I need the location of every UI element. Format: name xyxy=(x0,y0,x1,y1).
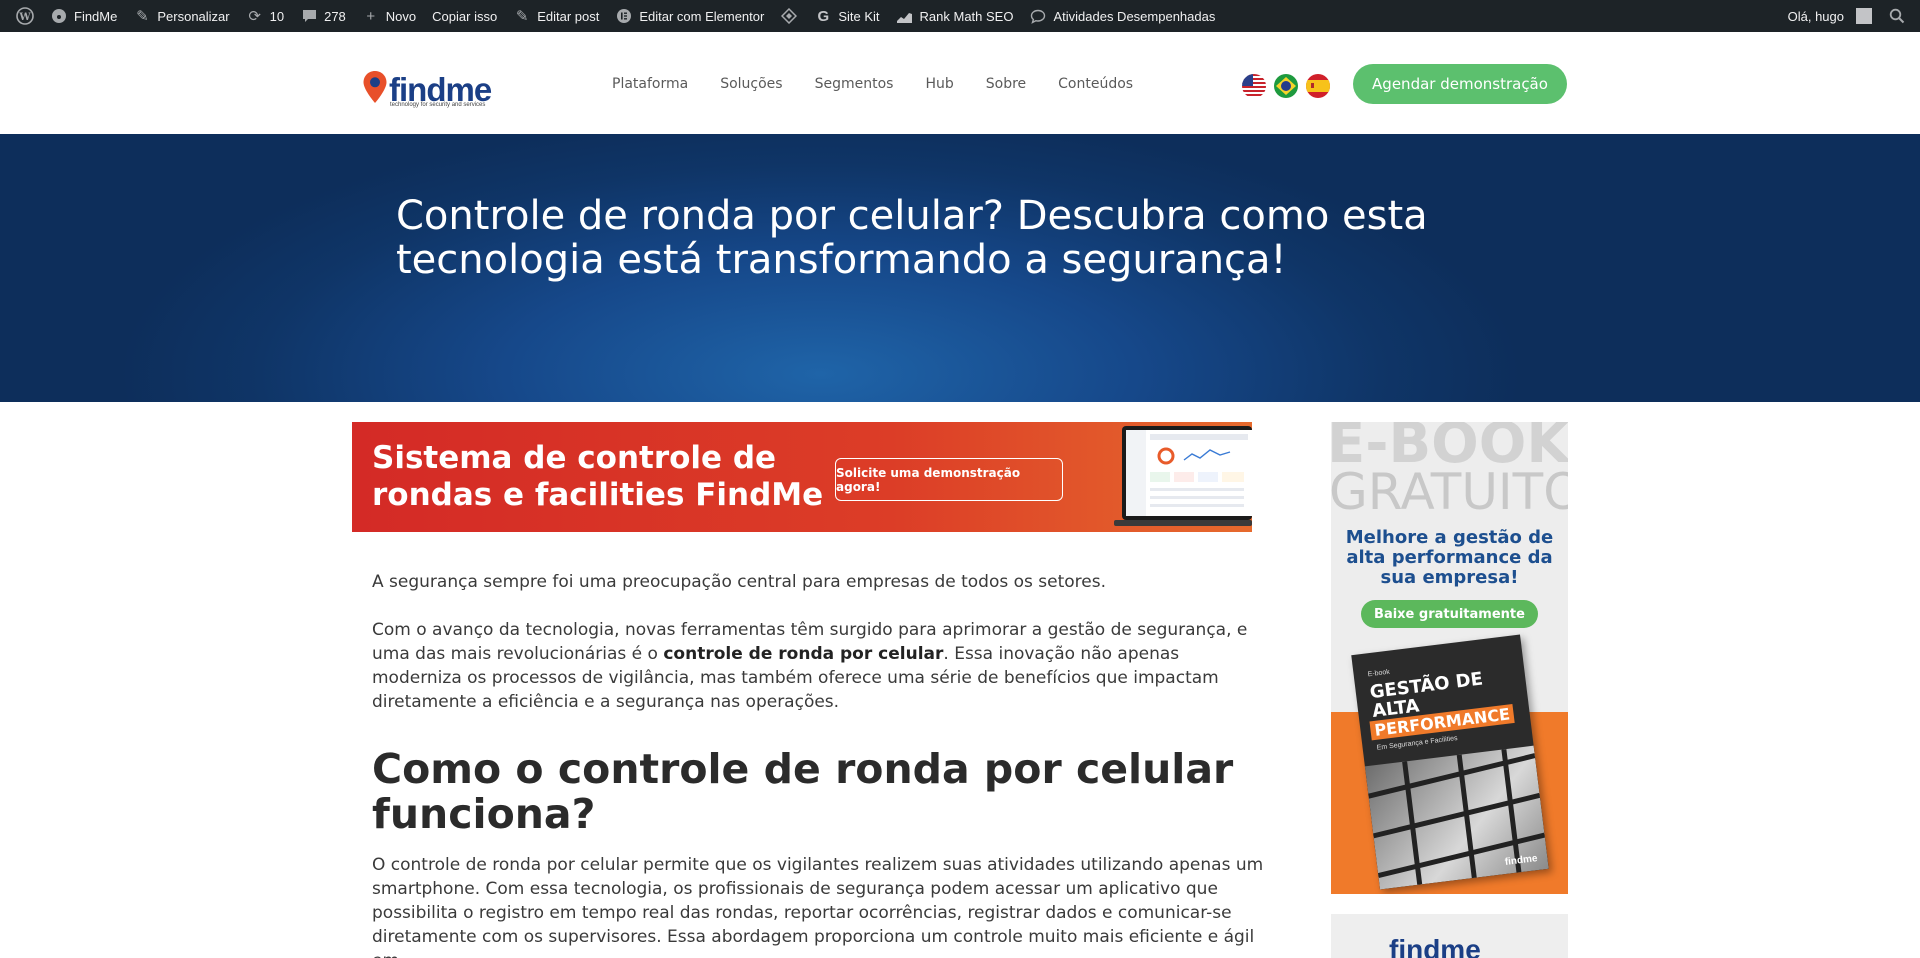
search-icon xyxy=(1888,7,1906,25)
comments-icon xyxy=(300,7,318,25)
plus-icon: + xyxy=(366,7,376,25)
site-logo[interactable]: findme technology for security and servi… xyxy=(362,62,492,108)
admin-bar-account[interactable]: Olá, hugo xyxy=(1780,0,1880,32)
admin-bar-edit-post-label: Editar post xyxy=(537,8,600,24)
sidebar-logo: findme xyxy=(1389,934,1481,958)
admin-bar-site-kit-label: Site Kit xyxy=(838,8,880,24)
brush-icon: ✎ xyxy=(136,8,149,25)
admin-bar-activity[interactable]: Atividades Desempenhadas xyxy=(1021,0,1223,32)
language-switcher xyxy=(1242,74,1330,98)
banner-title: Sistema de controle de rondas e faciliti… xyxy=(372,440,824,513)
spain-flag-icon[interactable] xyxy=(1306,74,1330,98)
ebook-headline: Melhore a gestão de alta performance da … xyxy=(1345,527,1554,588)
admin-bar-new-label: Novo xyxy=(385,8,417,24)
admin-bar-rank-math[interactable]: Rank Math SEO xyxy=(888,0,1022,32)
building-photo xyxy=(1364,745,1549,890)
admin-bar-updates[interactable]: ⟳ 10 xyxy=(238,0,292,32)
admin-bar-customize-label: Personalizar xyxy=(157,8,230,24)
hero-section: Controle de ronda por celular? Descubra … xyxy=(0,134,1920,402)
admin-bar-activity-label: Atividades Desempenhadas xyxy=(1053,8,1216,24)
admin-bar-customize[interactable]: ✎ Personalizar xyxy=(125,0,237,32)
avatar xyxy=(1856,8,1872,24)
admin-bar-greeting: Olá, hugo xyxy=(1787,8,1844,24)
svg-text:W: W xyxy=(18,12,31,23)
nav-hub[interactable]: Hub xyxy=(909,76,969,92)
admin-bar-site[interactable]: FindMe xyxy=(42,0,125,32)
nav-plataforma[interactable]: Plataforma xyxy=(596,76,704,92)
admin-bar-elementor[interactable]: Editar com Elementor xyxy=(607,0,772,32)
admin-bar-rank-math-label: Rank Math SEO xyxy=(919,8,1014,24)
updates-icon: ⟳ xyxy=(248,8,261,25)
admin-bar-new[interactable]: + Novo xyxy=(354,0,424,32)
google-icon: G xyxy=(817,7,830,25)
ebook-free-label: GRATUITO xyxy=(1331,463,1568,521)
admin-bar-site-label: FindMe xyxy=(74,8,118,24)
article-paragraph: Com o avanço da tecnologia, novas ferram… xyxy=(372,618,1272,714)
schedule-demo-button[interactable]: Agendar demonstração xyxy=(1353,64,1567,104)
pencil-icon: ✎ xyxy=(515,8,529,25)
nav-conteudos[interactable]: Conteúdos xyxy=(1042,76,1149,92)
nav-segmentos[interactable]: Segmentos xyxy=(799,76,910,92)
brazil-flag-icon[interactable] xyxy=(1274,74,1298,98)
admin-bar-left: W FindMe ✎ Personalizar ⟳ 10 278 + Novo xyxy=(0,0,1223,32)
book-small-label: E-book xyxy=(1367,668,1391,679)
admin-bar-search[interactable] xyxy=(1880,0,1914,32)
section-heading: Como o controle de ronda por celular fun… xyxy=(372,745,1234,838)
nav-sobre[interactable]: Sobre xyxy=(970,76,1042,92)
laptop-dashboard-image xyxy=(1114,426,1252,526)
admin-bar-diamond[interactable] xyxy=(772,0,806,32)
us-flag-icon[interactable] xyxy=(1242,74,1266,98)
location-pin-icon xyxy=(363,71,387,103)
article-paragraph: A segurança sempre foi uma preocupação c… xyxy=(372,572,1107,592)
second-sidebar-ad[interactable]: findme xyxy=(1331,914,1568,958)
site-header: findme technology for security and servi… xyxy=(0,32,1920,134)
article-paragraph: O controle de ronda por celular permite … xyxy=(372,855,1264,958)
banner-demo-button[interactable]: Solicite uma demonstração agora! xyxy=(835,458,1063,501)
admin-bar-comments-count: 278 xyxy=(324,8,346,24)
wordpress-icon: W xyxy=(16,7,34,25)
admin-bar-copy-label: Copiar isso xyxy=(432,8,498,24)
elementor-icon xyxy=(615,7,633,25)
admin-bar-updates-count: 10 xyxy=(269,8,285,24)
promo-banner[interactable]: Sistema de controle de rondas e faciliti… xyxy=(352,422,1252,532)
logo-tagline: technology for security and services xyxy=(390,102,486,108)
download-ebook-button[interactable]: Baixe gratuitamente xyxy=(1361,600,1538,628)
ebook-cover: E-book GESTÃO DE ALTA PERFORMANCE Em Seg… xyxy=(1351,634,1549,890)
nav-solucoes[interactable]: Soluções xyxy=(704,76,798,92)
admin-bar-right: Olá, hugo xyxy=(1780,0,1920,32)
admin-bar-edit-post[interactable]: ✎ Editar post xyxy=(505,0,607,32)
ebook-ad[interactable]: E-BOOK GRATUITO Melhore a gestão de alta… xyxy=(1331,422,1568,894)
article-body: A segurança sempre foi uma preocupação c… xyxy=(372,570,1272,958)
admin-bar-site-kit[interactable]: G Site Kit xyxy=(806,0,887,32)
rankmath-icon xyxy=(896,7,914,25)
dashboard-icon xyxy=(50,7,68,25)
diamond-icon xyxy=(780,7,798,25)
admin-bar-comments[interactable]: 278 xyxy=(292,0,354,32)
wp-admin-bar: W FindMe ✎ Personalizar ⟳ 10 278 + Novo xyxy=(0,0,1920,32)
admin-bar-copy[interactable]: Copiar isso xyxy=(424,0,505,32)
admin-bar-elementor-label: Editar com Elementor xyxy=(639,8,765,24)
keyword-bold: controle de ronda por celular xyxy=(663,644,944,664)
activity-icon xyxy=(1029,7,1047,25)
admin-bar-wordpress[interactable]: W xyxy=(8,0,42,32)
page-title: Controle de ronda por celular? Descubra … xyxy=(396,193,1428,283)
main-nav: Plataforma Soluções Segmentos Hub Sobre … xyxy=(596,76,1149,92)
